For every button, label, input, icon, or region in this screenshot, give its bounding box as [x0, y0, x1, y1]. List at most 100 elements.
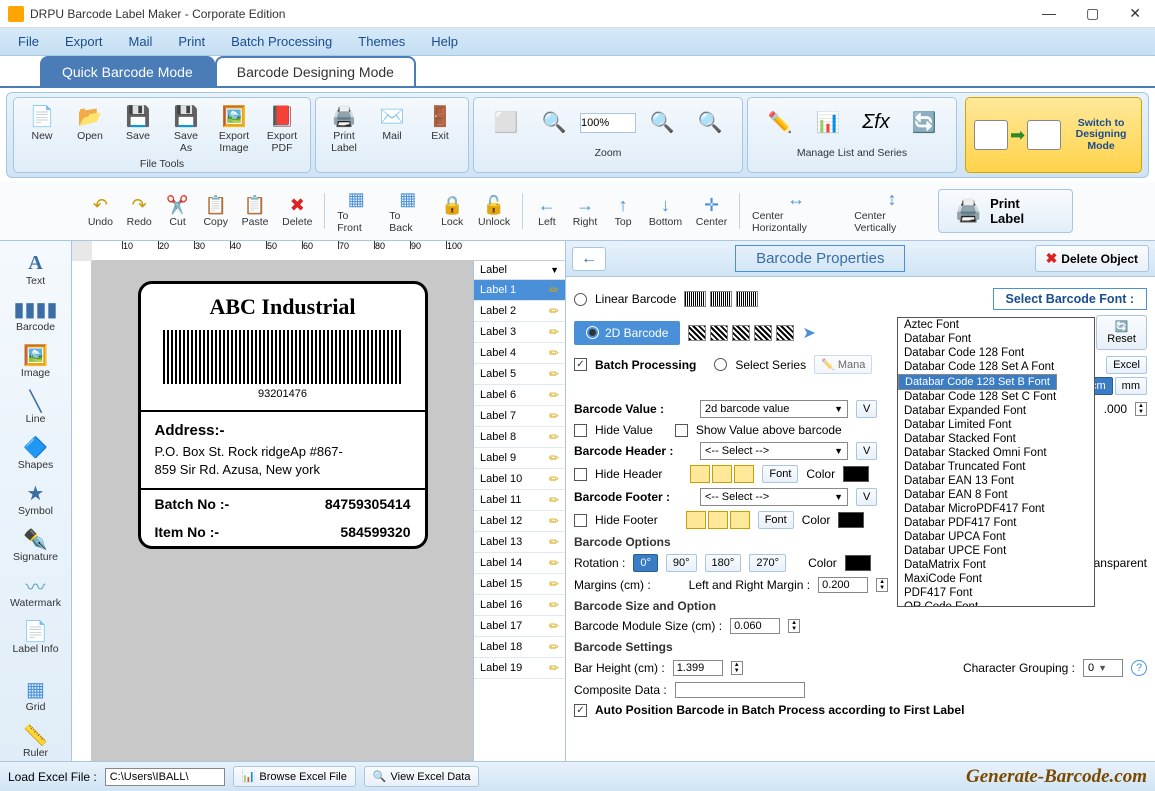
tool-grid[interactable]: ▦Grid [0, 673, 71, 717]
unlock-button[interactable]: 🔓Unlock [472, 192, 516, 230]
chk-batch-processing[interactable] [574, 358, 587, 371]
header-v-button[interactable]: V [856, 442, 877, 460]
spinner[interactable]: ▲▼ [876, 578, 888, 592]
footer-font-button[interactable]: Font [758, 511, 794, 529]
pencil-icon[interactable]: ✏ [549, 283, 559, 297]
pencil-icon[interactable]: ✏ [549, 451, 559, 465]
align-right-btn[interactable] [734, 465, 754, 483]
align-left-button[interactable]: ←Left [529, 192, 565, 230]
menu-batch[interactable]: Batch Processing [219, 30, 344, 53]
label-list-item[interactable]: Label 15✏ [474, 574, 565, 595]
composite-input[interactable] [675, 682, 805, 698]
pencil-icon[interactable]: ✏ [549, 640, 559, 654]
footer-align-right[interactable] [730, 511, 750, 529]
chk-hide-header[interactable] [574, 468, 587, 481]
browse-excel-button[interactable]: 📊Browse Excel File [233, 766, 356, 787]
design-canvas[interactable]: ABC Industrial 93201476 Address:- P.O. B… [92, 261, 473, 761]
align-center-button[interactable]: ✛Center [690, 192, 733, 230]
zoom-input[interactable] [580, 113, 636, 133]
label-list-item[interactable]: Label 4✏ [474, 343, 565, 364]
undo-button[interactable]: ↶Undo [82, 192, 119, 230]
minimize-button[interactable]: — [1036, 5, 1062, 22]
barcode-color-swatch[interactable] [845, 555, 871, 571]
align-top-button[interactable]: ↑Top [605, 192, 641, 230]
font-option[interactable]: Databar UPCA Font [898, 530, 1094, 544]
font-option[interactable]: Databar Font [898, 332, 1094, 346]
tool-signature[interactable]: ✒️Signature [0, 523, 71, 567]
header-select[interactable]: <-- Select -->▼ [700, 442, 848, 460]
footer-align-center[interactable] [708, 511, 728, 529]
label-list-item[interactable]: Label 2✏ [474, 301, 565, 322]
label-list-item[interactable]: Label 11✏ [474, 490, 565, 511]
font-option[interactable]: Databar Code 128 Set C Font [898, 390, 1094, 404]
view-excel-button[interactable]: 🔍View Excel Data [364, 766, 480, 787]
chk-show-above[interactable] [675, 424, 688, 437]
label-list-item[interactable]: Label 10✏ [474, 469, 565, 490]
pencil-icon[interactable]: ✏ [549, 430, 559, 444]
font-option[interactable]: Databar Truncated Font [898, 460, 1094, 474]
menu-themes[interactable]: Themes [346, 30, 417, 53]
footer-v-button[interactable]: V [856, 488, 877, 506]
print-label-button[interactable]: 🖨️Print Label [322, 100, 366, 156]
spinner[interactable]: ▲▼ [731, 661, 743, 675]
label-list-item[interactable]: Label 9✏ [474, 448, 565, 469]
footer-color-swatch[interactable] [838, 512, 864, 528]
pencil-icon[interactable]: ✏ [549, 409, 559, 423]
footer-align-left[interactable] [686, 511, 706, 529]
reset-button[interactable]: 🔄 Reset [1096, 315, 1147, 350]
tool-shapes[interactable]: 🔷Shapes [0, 431, 71, 475]
zoom-fit-button[interactable]: ⬜ [484, 106, 528, 139]
label-list-item[interactable]: Label 8✏ [474, 427, 565, 448]
label-list-item[interactable]: Label 18✏ [474, 637, 565, 658]
new-button[interactable]: 📄New [20, 100, 64, 145]
pencil-icon[interactable]: ✏ [549, 367, 559, 381]
center-vertical-button[interactable]: ↕Center Vertically [848, 186, 935, 236]
font-option[interactable]: Aztec Font [898, 318, 1094, 332]
barcode-value-input[interactable]: 2d barcode value▼ [700, 400, 848, 418]
pencil-icon[interactable]: ✏ [549, 388, 559, 402]
font-option[interactable]: Databar Code 128 Set A Font [898, 360, 1094, 374]
menu-help[interactable]: Help [419, 30, 470, 53]
font-option[interactable]: QR Code Font [898, 600, 1094, 607]
header-color-swatch[interactable] [843, 466, 869, 482]
align-center-btn[interactable] [712, 465, 732, 483]
label-list-item[interactable]: Label 16✏ [474, 595, 565, 616]
value-v-button[interactable]: V [856, 400, 877, 418]
manage-series-button[interactable]: ✏️ Mana [814, 355, 872, 374]
chk-auto-position[interactable] [574, 704, 587, 717]
font-option[interactable]: Databar Stacked Omni Font [898, 446, 1094, 460]
tool-symbol[interactable]: ★Symbol [0, 477, 71, 521]
pencil-icon[interactable]: ✏ [549, 304, 559, 318]
font-option[interactable]: Databar MicroPDF417 Font [898, 502, 1094, 516]
switch-mode-button[interactable]: ➡ Switch to Designing Mode [965, 97, 1142, 173]
paste-button[interactable]: 📋Paste [236, 192, 275, 230]
lr-margin-input[interactable] [818, 577, 868, 593]
label-list-item[interactable]: Label 1✏ [474, 280, 565, 301]
font-dropdown[interactable]: Aztec FontDatabar FontDatabar Code 128 F… [897, 317, 1095, 607]
header-font-button[interactable]: Font [762, 465, 798, 483]
font-option[interactable]: MaxiCode Font [898, 572, 1094, 586]
pencil-icon[interactable]: ✏ [549, 493, 559, 507]
delete-object-button[interactable]: ✖Delete Object [1035, 245, 1149, 272]
zoom-actual-button[interactable]: 🔍 [532, 106, 576, 139]
center-horizontal-button[interactable]: ↔Center Horizontally [746, 186, 846, 236]
zoom-in-button[interactable]: 🔍 [640, 106, 684, 139]
radio-2d-box[interactable]: 2D Barcode [574, 321, 680, 345]
tab-quick-mode[interactable]: Quick Barcode Mode [40, 56, 215, 86]
font-option[interactable]: Databar PDF417 Font [898, 516, 1094, 530]
label-list-item[interactable]: Label 12✏ [474, 511, 565, 532]
pencil-icon[interactable]: ✏ [549, 514, 559, 528]
align-right-button[interactable]: →Right [567, 192, 603, 230]
print-label-big-button[interactable]: 🖨️ Print Label [938, 189, 1073, 233]
pencil-icon[interactable]: ✏ [549, 535, 559, 549]
menu-export[interactable]: Export [53, 30, 115, 53]
pencil-icon[interactable]: ✏ [549, 472, 559, 486]
help-icon[interactable]: ? [1131, 660, 1147, 676]
label-list-item[interactable]: Label 6✏ [474, 385, 565, 406]
menu-mail[interactable]: Mail [117, 30, 165, 53]
mail-button[interactable]: ✉️Mail [370, 100, 414, 145]
chevron-down-icon[interactable]: ▼ [550, 265, 559, 275]
tool-text[interactable]: AText [0, 247, 71, 291]
back-button[interactable]: ← [572, 247, 606, 271]
radio-select-series[interactable] [714, 358, 727, 371]
